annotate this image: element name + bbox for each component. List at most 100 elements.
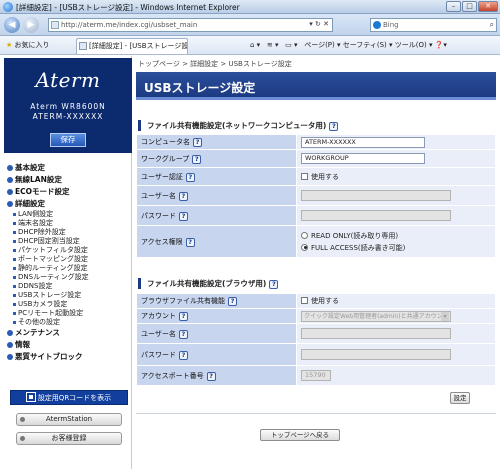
page-title-bar: USBストレージ設定 — [136, 72, 496, 100]
save-button[interactable]: 保存 — [50, 133, 86, 147]
sidebar-item-usb-storage[interactable]: USBストレージ設定 — [6, 291, 132, 300]
help-icon[interactable]: ? — [193, 138, 202, 147]
bullet-icon — [7, 342, 13, 348]
bullet-icon — [7, 177, 13, 183]
bullet-icon — [13, 231, 16, 234]
readonly-option: READ ONLY(読み取り専用) — [311, 231, 399, 240]
breadcrumb[interactable]: トップページ > 詳細設定 > USBストレージ設定 — [138, 59, 292, 69]
help-icon[interactable]: ? — [329, 122, 339, 131]
browser-share-checkbox[interactable] — [301, 297, 308, 304]
sidebar: Aterm Aterm WR8600N ATERM-XXXXXX 保存 基本設定… — [2, 56, 132, 469]
command-menus[interactable]: ⌂ ▾ ≋ ▾ ▭ ▾ ページ(P) ▾ セーフティ(S) ▾ ツール(O) ▾… — [250, 40, 447, 50]
menu-information[interactable]: 情報 — [6, 339, 132, 351]
help-icon[interactable]: ? — [185, 237, 195, 247]
bullet-icon — [13, 249, 16, 252]
section-network-share-title: ファイル共有機能設定(ネットワークコンピュータ用)? — [138, 120, 339, 131]
access-port-input[interactable]: 15790 — [301, 370, 331, 381]
menu-advanced-settings[interactable]: 詳細設定 — [6, 198, 132, 210]
search-placeholder: Bing — [383, 21, 399, 29]
browser-password-input[interactable] — [301, 349, 451, 360]
help-icon[interactable]: ? — [179, 312, 188, 321]
back-button[interactable]: ◀ — [4, 17, 20, 33]
close-button[interactable]: ✕ — [478, 1, 498, 12]
bullet-icon — [20, 436, 25, 441]
back-to-top-button[interactable]: トップページへ戻る — [260, 429, 340, 441]
print-icon[interactable]: ▭ — [285, 41, 292, 49]
computer-name-input[interactable]: ATERM-XXXXXX — [301, 136, 425, 148]
bullet-icon — [7, 354, 13, 360]
sidebar-item-packet-filter[interactable]: パケットフィルタ設定 — [6, 246, 132, 255]
menu-eco-mode[interactable]: ECOモード設定 — [6, 186, 132, 198]
bullet-icon — [13, 267, 16, 270]
sidebar-item-ddns[interactable]: DDNS設定 — [6, 282, 132, 291]
maximize-button[interactable]: □ — [462, 1, 477, 12]
window-title: [詳細設定] - [USBストレージ設定] - Windows Internet… — [16, 3, 240, 12]
commands-label[interactable]: ページ(P) ▾ セーフティ(S) ▾ ツール(O) ▾ ❓▾ — [304, 41, 447, 49]
serial-name: ATERM-XXXXXX — [32, 112, 104, 121]
account-select[interactable]: クイック設定Web用管理者(admin)と共通アカウント ▾ — [301, 310, 451, 322]
browser-username-input[interactable] — [301, 328, 451, 339]
chevron-down-icon: ▾ — [441, 311, 449, 321]
tab-page-icon — [79, 42, 87, 50]
sidebar-item-pc-remote-boot[interactable]: PCリモート起動設定 — [6, 309, 132, 318]
customer-registration-button[interactable]: お客様登録 — [16, 432, 122, 445]
sidebar-item-other[interactable]: その他の設定 — [6, 318, 132, 327]
sidebar-item-dns-routing[interactable]: DNSルーティング設定 — [6, 273, 132, 282]
browser-username-label: ユーザー名? — [136, 323, 297, 344]
page-icon — [51, 21, 59, 29]
help-icon[interactable]: ? — [179, 211, 188, 221]
help-icon[interactable]: ? — [178, 329, 188, 339]
readonly-radio[interactable] — [301, 231, 308, 239]
refresh-icon[interactable]: ▾ ↻ ✕ — [309, 20, 329, 28]
help-icon[interactable]: ? — [228, 297, 237, 306]
user-auth-option: 使用する — [311, 172, 339, 181]
sidebar-item-static-routing[interactable]: 静的ルーティング設定 — [6, 264, 132, 273]
password-input[interactable] — [301, 210, 451, 221]
help-icon[interactable]: ? — [192, 154, 202, 164]
set-button[interactable]: 設定 — [450, 392, 470, 404]
bullet-icon — [13, 303, 16, 306]
qr-icon — [25, 392, 36, 402]
workgroup-input[interactable]: WORKGROUP — [301, 153, 425, 164]
url-field[interactable]: http://aterm.me/index.cgi/usbset_main ▾ … — [48, 18, 333, 32]
url-text: http://aterm.me/index.cgi/usbset_main — [61, 21, 198, 29]
bullet-icon — [7, 165, 13, 171]
menu-malicious-site-block[interactable]: 悪質サイトブロック — [6, 351, 132, 363]
sidebar-item-lan[interactable]: LAN側設定 — [6, 210, 132, 219]
help-icon[interactable]: ? — [185, 172, 195, 182]
access-port-label: アクセスポート番号? — [136, 365, 297, 386]
bullet-icon — [13, 213, 16, 216]
sidebar-item-dhcp-exclude[interactable]: DHCP除外設定 — [6, 228, 132, 237]
aterm-station-button[interactable]: AtermStation — [16, 413, 122, 426]
browser-tab[interactable]: [詳細設定] - [USBストレージ設定] — [76, 38, 188, 54]
menu-basic-settings[interactable]: 基本設定 — [6, 162, 132, 174]
search-input[interactable]: Bing ⌕ — [370, 18, 497, 32]
user-auth-label: ユーザー認証? — [136, 167, 297, 186]
forward-button[interactable]: ▶ — [23, 17, 39, 33]
browser-share-label: ブラウザファイル共有機能? — [136, 293, 297, 309]
sidebar-item-dhcp-fixed[interactable]: DHCP固定割当設定 — [6, 237, 132, 246]
favorites-button[interactable]: ★ お気に入り — [6, 40, 50, 50]
model-name: Aterm WR8600N — [30, 102, 106, 111]
help-icon[interactable]: ? — [206, 371, 216, 381]
minimize-button[interactable]: – — [446, 1, 461, 12]
help-icon[interactable]: ? — [178, 191, 188, 201]
fullaccess-radio[interactable] — [301, 243, 308, 251]
menu-maintenance[interactable]: メンテナンス — [6, 327, 132, 339]
bullet-icon — [7, 330, 13, 336]
sidebar-item-port-mapping[interactable]: ポートマッピング設定 — [6, 255, 132, 264]
menu-wireless-lan[interactable]: 無線LAN設定 — [6, 174, 132, 186]
home-icon[interactable]: ⌂ — [250, 41, 254, 49]
search-icon[interactable]: ⌕ — [490, 20, 494, 30]
show-qr-code-button[interactable]: 設定用QRコードを表示 — [10, 390, 128, 405]
bullet-icon — [13, 276, 16, 279]
divider — [136, 413, 496, 414]
sidebar-item-usb-camera[interactable]: USBカメラ設定 — [6, 300, 132, 309]
bullet-icon — [7, 201, 13, 207]
feeds-icon[interactable]: ≋ — [267, 41, 273, 49]
help-icon[interactable]: ? — [269, 280, 279, 289]
help-icon[interactable]: ? — [179, 350, 188, 360]
sidebar-item-terminal-name[interactable]: 端末名設定 — [6, 219, 132, 228]
username-input[interactable] — [301, 190, 451, 201]
user-auth-checkbox[interactable] — [301, 172, 308, 180]
